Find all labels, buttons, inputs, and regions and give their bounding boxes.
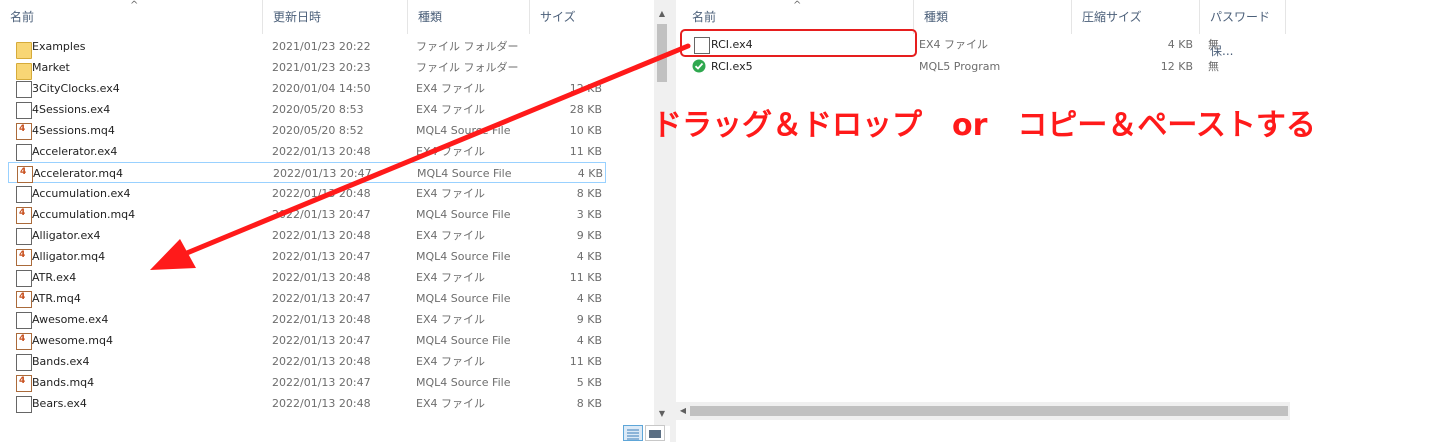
drag-arrow-icon	[150, 43, 691, 270]
instruction-annotation: ドラッグ＆ドロップ or コピー＆ペーストする	[652, 108, 1316, 143]
